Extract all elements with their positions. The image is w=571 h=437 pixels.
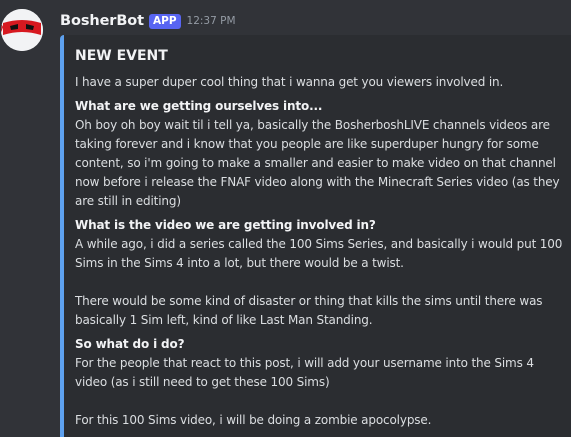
message-embed: NEW EVENT I have a super duper cool thin… xyxy=(60,35,571,437)
message-header: BosherBot APP 12:37 PM xyxy=(60,11,236,31)
red-bandana-mask-icon xyxy=(1,9,43,51)
section-heading: What are we getting ourselves into... xyxy=(75,99,323,113)
section-paragraph: Oh boy oh boy wait til i tell ya, basica… xyxy=(75,118,560,208)
username[interactable]: BosherBot xyxy=(60,13,144,29)
section-paragraph: For the people that react to this post, … xyxy=(75,356,534,389)
timestamp[interactable]: 12:37 PM xyxy=(187,15,236,27)
section-paragraph: There would be some kind of disaster or … xyxy=(75,294,543,327)
chat-message: BosherBot APP 12:37 PM NEW EVENT I have … xyxy=(0,0,571,437)
section-paragraph: A while ago, i did a series called the 1… xyxy=(75,237,563,270)
section-heading: What is the video we are getting involve… xyxy=(75,218,376,232)
embed-intro: I have a super duper cool thing that i w… xyxy=(75,75,504,89)
section-heading: So what do i do? xyxy=(75,337,185,351)
bot-avatar[interactable] xyxy=(1,9,43,51)
app-badge: APP xyxy=(149,13,181,29)
section-paragraph: For this 100 Sims video, i will be doing… xyxy=(75,413,432,427)
embed-title: NEW EVENT xyxy=(75,48,168,64)
